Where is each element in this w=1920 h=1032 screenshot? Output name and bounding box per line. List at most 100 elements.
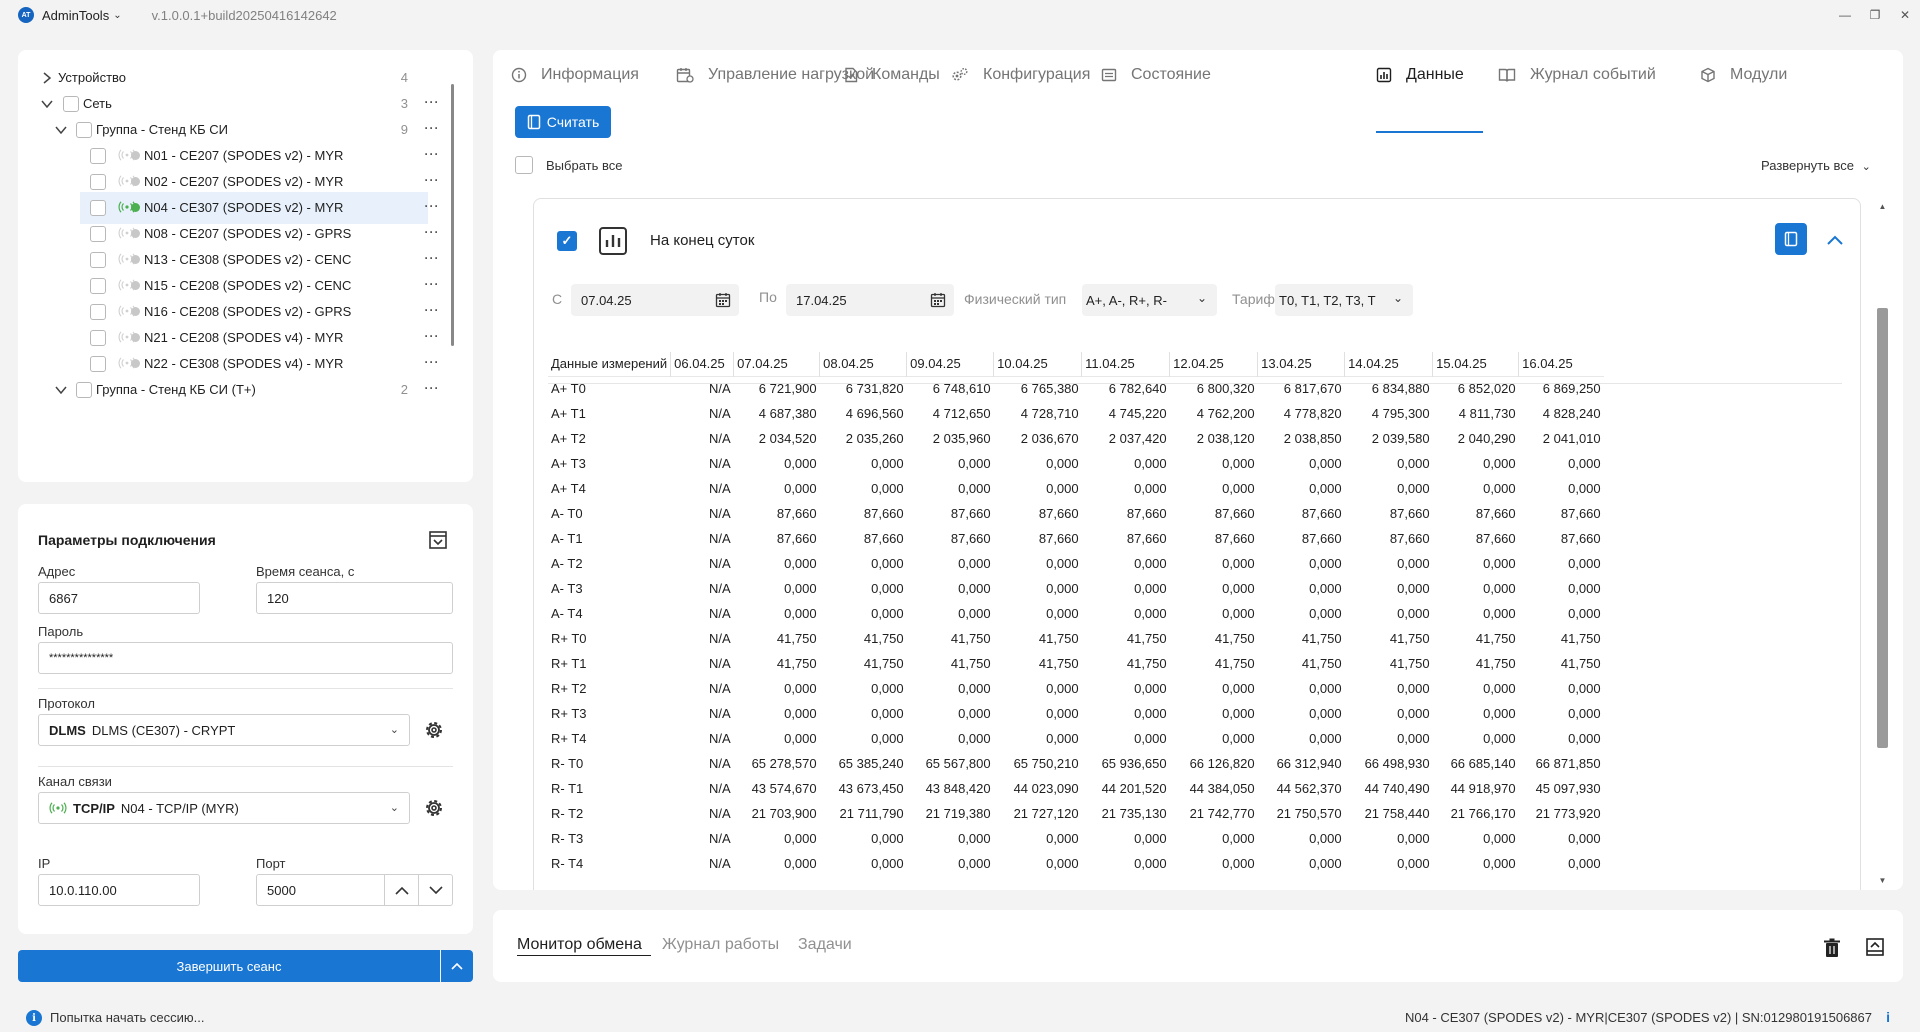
tree-item-checkbox[interactable] [90,252,106,268]
scroll-down-arrow-icon[interactable]: ▼ [1877,876,1888,885]
more-options-icon[interactable]: ··· [422,173,442,187]
select-all-checkbox[interactable] [515,156,533,174]
tree-item-checkbox[interactable] [90,304,106,320]
close-button[interactable]: ✕ [1890,0,1920,30]
table-cell: 0,000 [1397,456,1430,471]
column-header-date[interactable]: 10.04.25 [993,352,1082,376]
port-decrement-button[interactable] [418,875,452,905]
scroll-up-arrow-icon[interactable]: ▲ [1877,202,1888,211]
restore-button[interactable]: ❐ [1860,0,1890,30]
tree-item[interactable]: Группа - Стенд КБ СИ (Т+) 2 ··· [18,374,448,406]
table-cell: 2 036,670 [1020,431,1079,446]
app-menu-button[interactable]: AdminTools [42,8,109,23]
trash-icon[interactable] [1823,938,1841,958]
chevron-down-icon[interactable]: ⌄ [113,10,121,21]
ip-field[interactable]: 10.0.110.00 [38,874,200,906]
channel-settings-gear-icon[interactable] [422,796,446,820]
tab-tasks[interactable]: Задачи [798,936,852,954]
tree-item-label: Устройство [58,70,127,85]
end-session-menu-button[interactable] [441,950,473,982]
tree-item-checkbox[interactable] [90,226,106,242]
tab-gears[interactable]: Конфигурация [951,62,1090,88]
tab-cube[interactable]: Модули [1700,62,1787,88]
scrollbar-thumb[interactable] [1877,308,1888,748]
calendar-icon[interactable] [930,292,946,308]
table-cell: 4 778,820 [1283,406,1342,421]
protocol-settings-gear-icon[interactable] [422,718,446,742]
column-header-date[interactable]: 06.04.25 [670,352,734,376]
chevron-up-icon[interactable] [1824,229,1846,251]
section-read-button[interactable] [1775,223,1807,255]
column-header-date[interactable]: 11.04.25 [1081,352,1170,376]
column-header-date[interactable]: 08.04.25 [819,352,907,376]
address-field[interactable]: 6867 [38,582,200,614]
table-cell: 0,000 [1397,581,1430,596]
more-options-icon[interactable]: ··· [422,329,442,343]
tab-work-log[interactable]: Журнал работы [662,936,779,954]
column-header-date[interactable]: 14.04.25 [1344,352,1433,376]
protocol-select[interactable]: DLMS DLMS (CE307) - CRYPT ⌄ [38,714,410,746]
port-stepper[interactable]: 5000 [256,874,453,906]
tab-data-chart[interactable]: Данные [1376,62,1464,88]
tab-journal[interactable]: Журнал событий [1498,62,1656,88]
tree-item-checkbox[interactable] [90,174,106,190]
column-header-date[interactable]: 07.04.25 [733,352,820,376]
more-options-icon[interactable]: ··· [422,381,442,395]
more-options-icon[interactable]: ··· [422,147,442,161]
session-time-field[interactable]: 120 [256,582,453,614]
chevron-down-icon[interactable] [40,97,54,111]
date-from-input[interactable]: 07.04.25 [571,284,739,316]
more-options-icon[interactable]: ··· [422,251,442,265]
tree-item-checkbox[interactable] [63,96,79,112]
channel-select[interactable]: TCP/IP N04 - TCP/IP (MYR) ⌄ [38,792,410,824]
calendar-icon[interactable] [715,292,731,308]
table-cell: 0,000 [1568,856,1601,871]
tab-info[interactable]: Информация [511,62,639,88]
more-options-icon[interactable]: ··· [422,303,442,317]
more-options-icon[interactable]: ··· [422,277,442,291]
offline-status-dot [131,255,140,264]
more-options-icon[interactable]: ··· [422,355,442,369]
password-field[interactable]: *************** [38,642,453,674]
more-options-icon[interactable]: ··· [422,95,442,109]
column-header-date[interactable]: 13.04.25 [1257,352,1345,376]
more-options-icon[interactable]: ··· [422,225,442,239]
collapse-panel-icon[interactable] [428,530,448,550]
port-increment-button[interactable] [384,875,418,905]
more-options-icon[interactable]: ··· [422,199,442,213]
column-header-measurement[interactable]: Данные измерений [548,352,671,376]
device-info-icon[interactable]: i [1886,1009,1890,1025]
tree-item-checkbox[interactable] [76,122,92,138]
tree-item-checkbox[interactable] [90,356,106,372]
column-header-date[interactable]: 15.04.25 [1432,352,1519,376]
section-checkbox[interactable]: ✓ [557,231,577,251]
expand-panel-icon[interactable] [1865,937,1885,957]
offline-status-dot [131,333,140,342]
column-header-date[interactable]: 16.04.25 [1518,352,1604,376]
tree-item-checkbox[interactable] [90,200,106,216]
tariff-select[interactable]: T0, T1, T2, T3, T ⌄ [1275,284,1413,316]
chevron-right-icon[interactable] [40,71,54,85]
end-session-button[interactable]: Завершить сеанс [18,950,440,982]
phys-type-select[interactable]: A+, A-, R+, R- ⌄ [1082,284,1217,316]
tree-item-checkbox[interactable] [90,148,106,164]
tab-document-check[interactable]: Команды [844,62,940,88]
column-header-date[interactable]: 09.04.25 [906,352,994,376]
minimize-button[interactable]: — [1830,0,1860,30]
tree-item-checkbox[interactable] [90,330,106,346]
tree-scrollbar[interactable] [451,84,454,346]
column-header-date[interactable]: 12.04.25 [1169,352,1258,376]
tab-exchange-monitor[interactable]: Монитор обмена [517,936,642,954]
date-to-input[interactable]: 17.04.25 [786,284,954,316]
table-cell: 0,000 [1222,856,1255,871]
tab-state[interactable]: Состояние [1101,62,1211,88]
tree-item-checkbox[interactable] [76,382,92,398]
row-label: A- T2 [551,556,583,571]
chevron-down-icon[interactable] [54,123,68,137]
expand-all-button[interactable]: Развернуть все ⌄ [1761,158,1871,173]
tab-label: Данные [1406,66,1464,83]
chevron-down-icon[interactable] [54,383,68,397]
read-button[interactable]: Считать [515,106,611,138]
more-options-icon[interactable]: ··· [422,121,442,135]
tree-item-checkbox[interactable] [90,278,106,294]
